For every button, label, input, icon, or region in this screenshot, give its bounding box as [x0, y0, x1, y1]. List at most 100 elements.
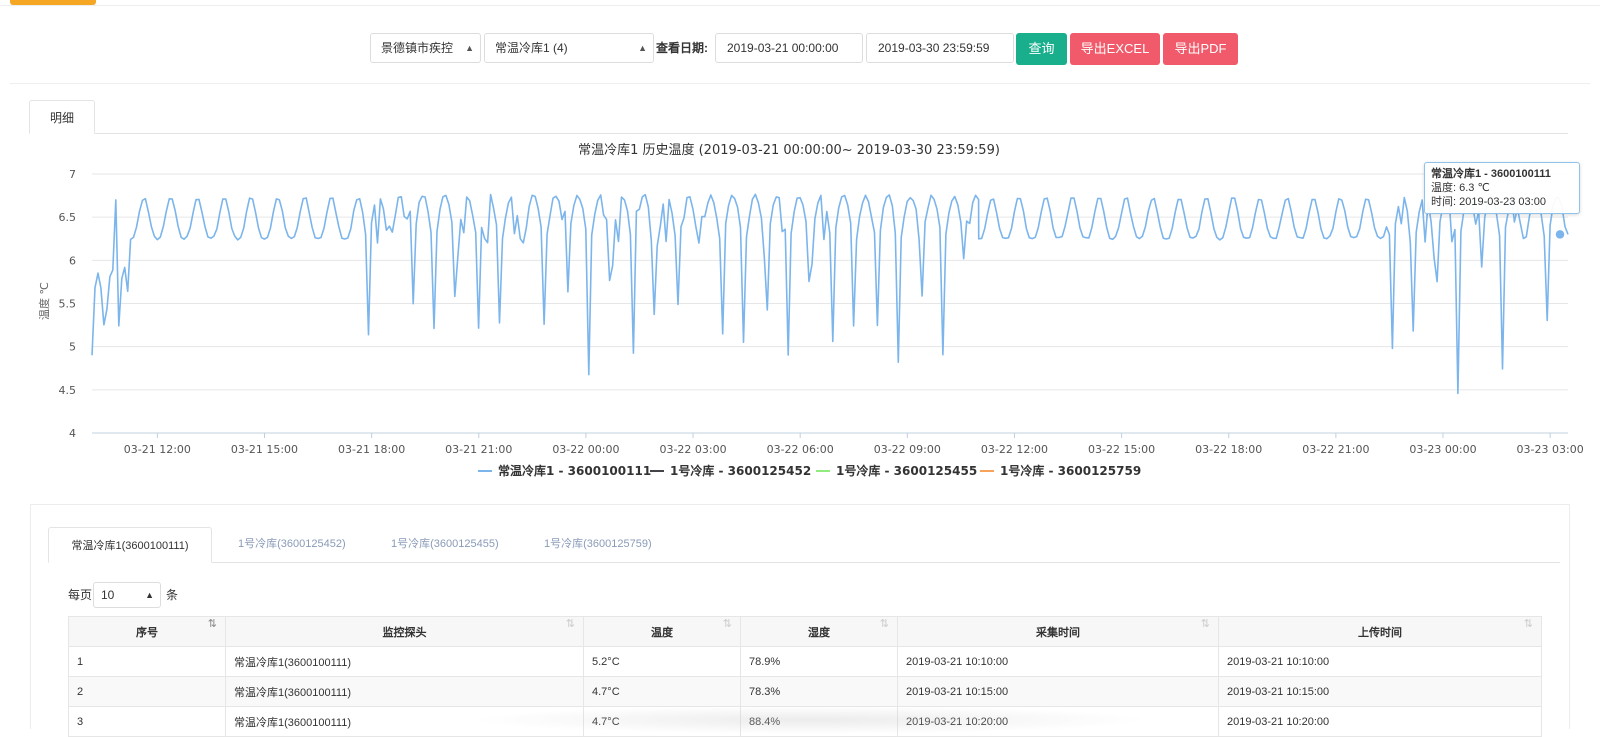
select-caret-icon: ▲ — [465, 43, 474, 53]
top-divider — [0, 5, 1600, 6]
legend-item[interactable]: 1号冷库 - 3600125452 — [670, 463, 811, 478]
cell-upload-time: 2019-03-21 10:10:00 — [1218, 646, 1542, 677]
x-tick-label: 03-21 18:00 — [338, 443, 405, 456]
tooltip-temperature: 温度: 6.3 ℃ — [1431, 182, 1490, 194]
series-line-3600100111 — [91, 193, 1569, 395]
data-table: 序号 ⇅ 监控探头 ⇅ 温度 ⇅ 湿度 ⇅ 采集时间 ⇅ 上传时间 ⇅ 1 常温冷库1(36… — [68, 616, 1542, 737]
tab-probe-3600100111[interactable]: 常温冷库1(3600100111) — [48, 527, 212, 563]
filter-toolbar: 景德镇市疾控 ▲ 常温冷库1 (4) ▲ 查看日期: 2019-03-21 00… — [0, 33, 1600, 65]
x-tick-label: 03-22 09:00 — [874, 443, 941, 456]
col-header-collect-time[interactable]: 采集时间 ⇅ — [897, 616, 1219, 647]
x-tick-label: 03-23 03:00 — [1517, 443, 1584, 456]
date-label: 查看日期: — [656, 41, 708, 55]
col-header-probe[interactable]: 监控探头 ⇅ — [225, 616, 584, 647]
export-excel-button[interactable]: 导出EXCEL — [1070, 33, 1160, 65]
device-select[interactable]: 常温冷库1 (4) ▲ — [484, 33, 654, 63]
tab-detail[interactable]: 明细 — [29, 100, 95, 134]
legend-item[interactable]: 1号冷库 - 3600125759 — [1000, 463, 1141, 478]
y-axis-title: 温度 ℃ — [37, 282, 51, 320]
x-tick-label: 03-22 03:00 — [659, 443, 726, 456]
page-size-value: 10 — [101, 588, 115, 602]
select-caret-icon: ▲ — [145, 590, 154, 600]
sort-icon[interactable]: ⇅ — [566, 617, 575, 630]
legend-item[interactable]: 常温冷库1 - 3600100111 — [498, 463, 651, 478]
tab-probe-3600125452[interactable]: 1号冷库(3600125452) — [238, 526, 346, 562]
table-row: 3 常温冷库1(3600100111) 4.7°C 88.4% 2019-03-… — [68, 706, 1542, 737]
x-tick-label: 03-21 12:00 — [124, 443, 191, 456]
cell-temperature: 4.7°C — [583, 706, 741, 737]
legend-item[interactable]: 1号冷库 - 3600125455 — [836, 463, 977, 478]
page-size-suffix: 条 — [166, 588, 179, 602]
device-select-value: 常温冷库1 (4) — [495, 41, 568, 55]
cell-collect-time: 2019-03-21 10:20:00 — [897, 706, 1219, 737]
sort-icon[interactable]: ⇅ — [1524, 617, 1533, 630]
sort-icon[interactable]: ⇅ — [1201, 617, 1210, 630]
end-date-input[interactable]: 2019-03-30 23:59:59 — [866, 33, 1014, 63]
page-size-prefix: 每页 — [68, 588, 93, 602]
table-row: 1 常温冷库1(3600100111) 5.2°C 78.9% 2019-03-… — [68, 646, 1542, 677]
select-caret-icon: ▲ — [638, 43, 647, 53]
y-tick-label: 6 — [69, 254, 76, 267]
cell-collect-time: 2019-03-21 10:10:00 — [897, 646, 1219, 677]
cell-probe: 常温冷库1(3600100111) — [225, 676, 584, 707]
table-row: 2 常温冷库1(3600100111) 4.7°C 78.3% 2019-03-… — [68, 676, 1542, 707]
tab-probe-3600125455[interactable]: 1号冷库(3600125455) — [391, 526, 499, 562]
col-header-temperature[interactable]: 温度 ⇅ — [583, 616, 741, 647]
y-tick-label: 6.5 — [59, 211, 77, 224]
cell-probe: 常温冷库1(3600100111) — [225, 646, 584, 677]
probe-tabs: 常温冷库1(3600100111) 1号冷库(3600125452) 1号冷库(… — [48, 526, 1560, 563]
query-button[interactable]: 查询 — [1016, 33, 1067, 65]
y-tick-label: 7 — [69, 168, 76, 181]
sort-icon[interactable]: ⇅ — [880, 617, 889, 630]
tooltip-time: 时间: 2019-03-23 03:00 — [1431, 196, 1546, 208]
col-header-upload-time[interactable]: 上传时间 ⇅ — [1218, 616, 1542, 647]
x-tick-label: 03-22 12:00 — [981, 443, 1048, 456]
hover-point-marker — [1554, 228, 1566, 241]
cell-temperature: 5.2°C — [583, 646, 741, 677]
cell-probe: 常温冷库1(3600100111) — [225, 706, 584, 737]
export-pdf-button[interactable]: 导出PDF — [1163, 33, 1238, 65]
org-select[interactable]: 景德镇市疾控 ▲ — [370, 33, 481, 63]
view-tabs: 明细 — [29, 99, 1568, 134]
x-tick-label: 03-22 21:00 — [1302, 443, 1369, 456]
cell-upload-time: 2019-03-21 10:15:00 — [1218, 676, 1542, 707]
x-tick-label: 03-22 06:00 — [767, 443, 834, 456]
cell-temperature: 4.7°C — [583, 676, 741, 707]
chart-title: 常温冷库1 历史温度 (2019-03-21 00:00:00~ 2019-03… — [578, 142, 1000, 158]
cell-index: 3 — [68, 706, 226, 737]
x-tick-label: 03-21 15:00 — [231, 443, 298, 456]
temperature-chart: 常温冷库1 历史温度 (2019-03-21 00:00:00~ 2019-03… — [37, 142, 1584, 478]
x-axis: 03-21 12:00 03-21 15:00 03-21 18:00 03-21 2… — [124, 433, 1584, 456]
col-header-index[interactable]: 序号 ⇅ — [68, 616, 226, 647]
chart-legend: 常温冷库1 - 3600100111 1号冷库 - 3600125452 1号冷库 … — [478, 463, 1141, 478]
tooltip-title: 常温冷库1 - 3600100111 — [1431, 168, 1551, 180]
start-date-input[interactable]: 2019-03-21 00:00:00 — [715, 33, 863, 63]
y-tick-label: 5.5 — [59, 298, 77, 311]
sort-asc-icon[interactable]: ⇅ — [208, 617, 217, 630]
cell-humidity: 78.9% — [740, 646, 898, 677]
cell-humidity: 88.4% — [740, 706, 898, 737]
x-tick-label: 03-23 00:00 — [1409, 443, 1476, 456]
y-tick-label: 4 — [69, 427, 76, 440]
y-axis: 4 4.5 5 5.5 6 6.5 7 — [59, 168, 77, 440]
cell-collect-time: 2019-03-21 10:15:00 — [897, 676, 1219, 707]
chart-tooltip: 常温冷库1 - 3600100111 温度: 6.3 ℃ 时间: 2019-03… — [1424, 162, 1580, 214]
table-header-row: 序号 ⇅ 监控探头 ⇅ 温度 ⇅ 湿度 ⇅ 采集时间 ⇅ 上传时间 ⇅ — [68, 616, 1542, 647]
x-tick-label: 03-21 21:00 — [445, 443, 512, 456]
tab-probe-3600125759[interactable]: 1号冷库(3600125759) — [544, 526, 652, 562]
x-tick-label: 03-22 00:00 — [552, 443, 619, 456]
x-tick-label: 03-22 18:00 — [1195, 443, 1262, 456]
y-tick-label: 5 — [69, 341, 76, 354]
col-header-humidity[interactable]: 湿度 ⇅ — [740, 616, 898, 647]
page-size-select[interactable]: 10 ▲ — [93, 582, 161, 608]
cell-index: 2 — [68, 676, 226, 707]
page-size-control: 每页 10 ▲ 条 — [68, 582, 178, 608]
section-divider — [10, 83, 1590, 84]
cell-index: 1 — [68, 646, 226, 677]
org-select-value: 景德镇市疾控 — [381, 41, 454, 55]
cell-upload-time: 2019-03-21 10:20:00 — [1218, 706, 1542, 737]
y-tick-label: 4.5 — [59, 384, 77, 397]
cell-humidity: 78.3% — [740, 676, 898, 707]
sort-icon[interactable]: ⇅ — [723, 617, 732, 630]
chart-grid — [92, 173, 1568, 434]
